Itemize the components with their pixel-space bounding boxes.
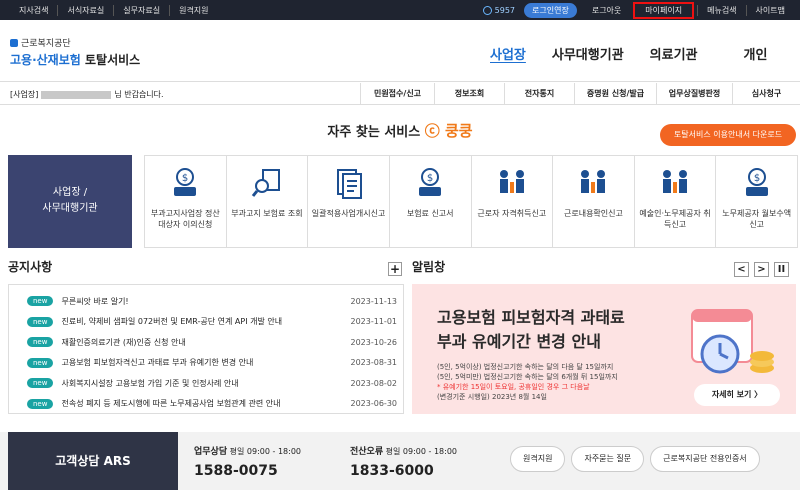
list-item[interactable]: new 사회복지시설장 고용보험 가입 기준 및 인정사례 안내 2023-08-0… — [27, 373, 397, 394]
forms-library-link[interactable]: 서식자료실 — [58, 4, 115, 16]
people-chart-icon — [663, 170, 688, 193]
menu-info-inquiry[interactable]: 정보조회 — [434, 83, 504, 105]
list-item[interactable]: new 전속성 폐지 등 제도시행에 따른 노무제공사업 보험관계 관련 안내 20… — [27, 394, 397, 415]
site-logo[interactable]: 근로복지공단 고용·산재보험 토탈서비스 — [10, 36, 140, 68]
money-person-icon: $ — [419, 168, 442, 196]
view-details-button[interactable]: 자세히 보기 〉 — [694, 384, 780, 406]
list-item[interactable]: new 재활인증의료기관 (재)인증 신청 안내 2023-10-26 — [27, 332, 397, 353]
menu-search-link[interactable]: 메뉴검색 — [697, 4, 745, 16]
session-timer: 5957 — [474, 5, 524, 15]
alarm-banner[interactable]: 고용보험 피보험자격 과태료 부과 유예기간 변경 안내 (5인, 5억이상) 법… — [412, 284, 796, 414]
business-contact: 업무상담 평일 09:00 - 18:00 1588-0075 — [194, 447, 302, 479]
nav-personal[interactable]: 개인 — [744, 44, 768, 63]
list-item[interactable]: new 무른씨앗 바로 알기! 2023-11-13 — [27, 291, 397, 312]
quick-item[interactable]: 예술인·노무제공자 취득신고 — [635, 156, 717, 247]
document-stack-icon — [336, 169, 362, 199]
quick-category-box[interactable]: 사업장 / 사무대행기관 — [8, 155, 132, 248]
logout-link[interactable]: 로그아웃 — [583, 5, 630, 16]
site-header: 근로복지공단 고용·산재보험 토탈서비스 사업장 사무대행기관 의료기관 개인 — [0, 20, 800, 82]
new-badge: new — [27, 337, 54, 348]
system-error-contact: 전산오류 평일 09:00 - 18:00 1833-6000 — [350, 447, 458, 479]
practice-library-link[interactable]: 실무자료실 — [114, 4, 171, 16]
notice-list: new 무른씨앗 바로 알기! 2023-11-13 new 진료비, 약제비 샘파일… — [8, 284, 404, 414]
nav-agency[interactable]: 사무대행기관 — [552, 44, 624, 63]
alarm-title: 알림창 — [412, 260, 446, 274]
quick-service-list: $ 부과고지사업장 정산대상자 이의신청 부과고지 보험료 조회 일괄적용사업개… — [144, 155, 798, 248]
menu-civil-report[interactable]: 민원접수/신고 — [360, 83, 434, 105]
certificate-button[interactable]: 근로복지공단 전용인증서 — [650, 446, 760, 472]
notice-section: 공지사항 — [8, 258, 404, 275]
top-utility-bar: 지사검색 서식자료실 실무자료실 원격지원 5957 로그인연장 로그아웃 마이… — [0, 0, 800, 20]
new-badge: new — [27, 378, 54, 389]
masked-name — [41, 90, 112, 99]
menu-review-request[interactable]: 심사청구 — [732, 83, 800, 105]
next-button[interactable]: > — [754, 262, 769, 277]
money-person-icon: $ — [745, 168, 768, 196]
quick-item[interactable]: 근로자 자격취득신고 — [472, 156, 554, 247]
list-item[interactable]: new 진료비, 약제비 샘파일 072버전 및 EMR-공단 연계 API 개발… — [27, 312, 397, 333]
ars-title: 고객상담 ARS — [8, 432, 178, 490]
nav-medical[interactable]: 의료기관 — [650, 44, 698, 63]
sub-nav: [사업장] 님 반갑습니다. 민원접수/신고 정보조회 전자통지 증명원 신청/발… — [0, 83, 800, 105]
people-chart-icon — [581, 170, 606, 193]
nav-workplace[interactable]: 사업장 — [490, 44, 526, 63]
logo-mark-icon — [10, 38, 18, 47]
svg-text:$: $ — [182, 173, 188, 184]
quick-item[interactable]: $ 보험료 신고서 — [390, 156, 472, 247]
svg-text:$: $ — [427, 173, 433, 184]
clock-icon — [482, 5, 492, 15]
main-nav: 사업장 사무대행기관 의료기관 개인 — [490, 44, 793, 63]
mypage-link[interactable]: 마이페이지 — [633, 1, 695, 19]
pause-button[interactable]: II — [774, 262, 789, 277]
quick-item[interactable]: 근로내용확인신고 — [553, 156, 635, 247]
login-extend-button[interactable]: 로그인연장 — [524, 2, 577, 18]
quick-item[interactable]: $ 부과고지사업장 정산대상자 이의신청 — [145, 156, 227, 247]
quick-item[interactable]: 부과고지 보험료 조회 — [227, 156, 309, 247]
list-item[interactable]: new 고용보험 피보험자격신고 과태료 부과 유예기한 변경 안내 2023-08… — [27, 353, 397, 374]
banner-controls: < > II — [734, 262, 789, 277]
menu-disease-judgment[interactable]: 업무상질병판정 — [656, 83, 732, 105]
footer-contact: 고객상담 ARS 업무상담 평일 09:00 - 18:00 1588-0075 … — [0, 432, 800, 490]
new-badge: new — [27, 398, 54, 409]
calendar-clock-icon — [691, 309, 774, 374]
remote-support-link[interactable]: 원격지원 — [170, 5, 217, 16]
guide-download-button[interactable]: 토탈서비스 이용안내서 다운로드 — [660, 124, 796, 146]
search-document-icon — [251, 169, 280, 197]
new-badge: new — [27, 357, 54, 368]
quick-item[interactable]: $ 노무제공자 월보수액 신고 — [716, 156, 797, 247]
new-badge: new — [27, 296, 54, 307]
quick-item[interactable]: 일괄적용사업개시신고 — [308, 156, 390, 247]
menu-certificate[interactable]: 증명원 신청/발급 — [574, 83, 656, 105]
prev-button[interactable]: < — [734, 262, 749, 277]
sitemap-link[interactable]: 사이트맵 — [745, 4, 794, 16]
faq-button[interactable]: 자주묻는 질문 — [571, 446, 645, 472]
people-chart-icon — [499, 170, 524, 193]
money-person-icon: $ — [174, 168, 197, 196]
kungkung-logo: ⓒ 쿵쿵 — [424, 122, 473, 140]
branch-search-link[interactable]: 지사검색 — [10, 4, 59, 16]
new-badge: new — [27, 316, 54, 327]
greeting: [사업장] 님 반갑습니다. — [10, 90, 164, 99]
notice-title: 공지사항 — [8, 260, 53, 274]
remote-support-button[interactable]: 원격지원 — [510, 446, 566, 472]
svg-text:$: $ — [754, 173, 760, 184]
notice-more-button[interactable]: + — [388, 262, 402, 276]
menu-e-notice[interactable]: 전자통지 — [504, 83, 574, 105]
